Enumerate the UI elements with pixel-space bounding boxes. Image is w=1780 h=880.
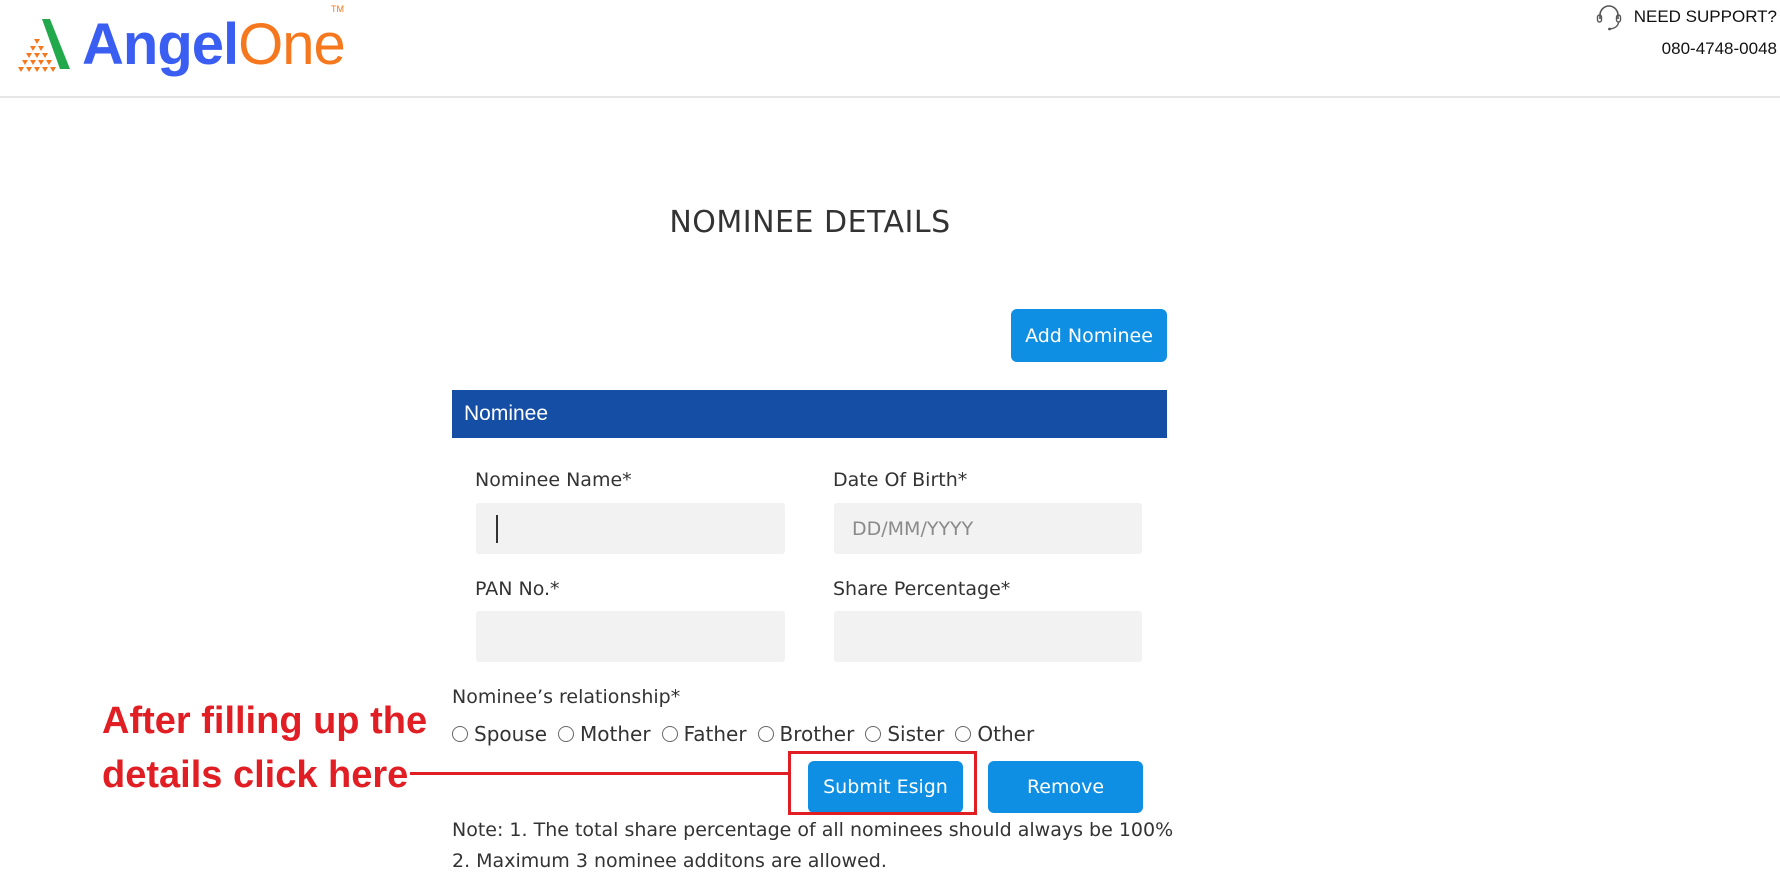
headset-icon <box>1596 5 1621 31</box>
relationship-radio-group: Spouse Mother Father Brother Sister Othe… <box>452 722 1045 746</box>
notes: Note: 1. The total share percentage of a… <box>452 815 1173 877</box>
radio-other[interactable]: Other <box>955 722 1034 746</box>
text-caret <box>496 515 498 543</box>
radio-label: Brother <box>779 722 855 746</box>
nominee-section-header: Nominee <box>452 390 1167 438</box>
radio-button[interactable] <box>865 726 882 742</box>
radio-label: Other <box>977 722 1035 746</box>
dob-input[interactable] <box>834 503 1142 554</box>
nominee-name-label: Nominee Name* <box>475 469 632 491</box>
radio-brother[interactable]: Brother <box>757 722 855 746</box>
radio-label: Spouse <box>474 722 548 746</box>
add-nominee-button[interactable]: Add Nominee <box>1011 309 1167 362</box>
logo-one: One <box>238 12 346 77</box>
logo-text: AngelOne <box>82 16 346 74</box>
radio-button[interactable] <box>452 726 468 742</box>
relationship-label: Nominee’s relationship* <box>452 686 681 708</box>
trademark: TM <box>331 4 344 14</box>
support-block: NEED SUPPORT? 080-4748-0048 <box>1594 4 1777 59</box>
radio-button[interactable] <box>661 726 678 742</box>
radio-sister[interactable]: Sister <box>865 722 944 746</box>
note-1: Note: 1. The total share percentage of a… <box>452 819 1174 841</box>
support-phone[interactable]: 080-4748-0048 <box>1594 39 1777 59</box>
page-title: NOMINEE DETAILS <box>669 205 951 240</box>
annotation-highlight-box <box>788 751 977 815</box>
header: AngelOne TM NEED SUPPORT? 080-4748-0048 <box>0 0 1780 98</box>
logo-triangle-icon <box>18 19 70 72</box>
annotation-text: After filling up the details click here <box>102 694 427 802</box>
remove-button[interactable]: Remove <box>988 761 1143 813</box>
radio-button[interactable] <box>757 726 774 742</box>
nominee-name-input[interactable] <box>476 503 785 554</box>
radio-mother[interactable]: Mother <box>558 722 651 746</box>
annotation-pointer-line <box>410 772 788 775</box>
radio-button[interactable] <box>558 726 575 742</box>
radio-label: Mother <box>580 722 651 746</box>
share-percentage-input[interactable] <box>834 611 1142 662</box>
radio-button[interactable] <box>955 726 972 742</box>
radio-father[interactable]: Father <box>661 722 747 746</box>
note-2: 2. Maximum 3 nominee additons are allowe… <box>452 850 887 872</box>
angelone-logo[interactable]: AngelOne <box>12 10 346 80</box>
logo-angel: Angel <box>82 12 239 77</box>
pan-label: PAN No.* <box>475 578 560 600</box>
radio-label: Father <box>683 722 747 746</box>
radio-label: Sister <box>887 722 945 746</box>
pan-input[interactable] <box>476 611 785 662</box>
annotation-line-1: After filling up the <box>102 700 428 742</box>
annotation-line-2: details click here <box>102 754 409 796</box>
support-label: NEED SUPPORT? <box>1633 7 1777 26</box>
radio-spouse[interactable]: Spouse <box>452 722 547 746</box>
share-percentage-label: Share Percentage* <box>833 578 1011 600</box>
dob-label: Date Of Birth* <box>833 469 968 491</box>
